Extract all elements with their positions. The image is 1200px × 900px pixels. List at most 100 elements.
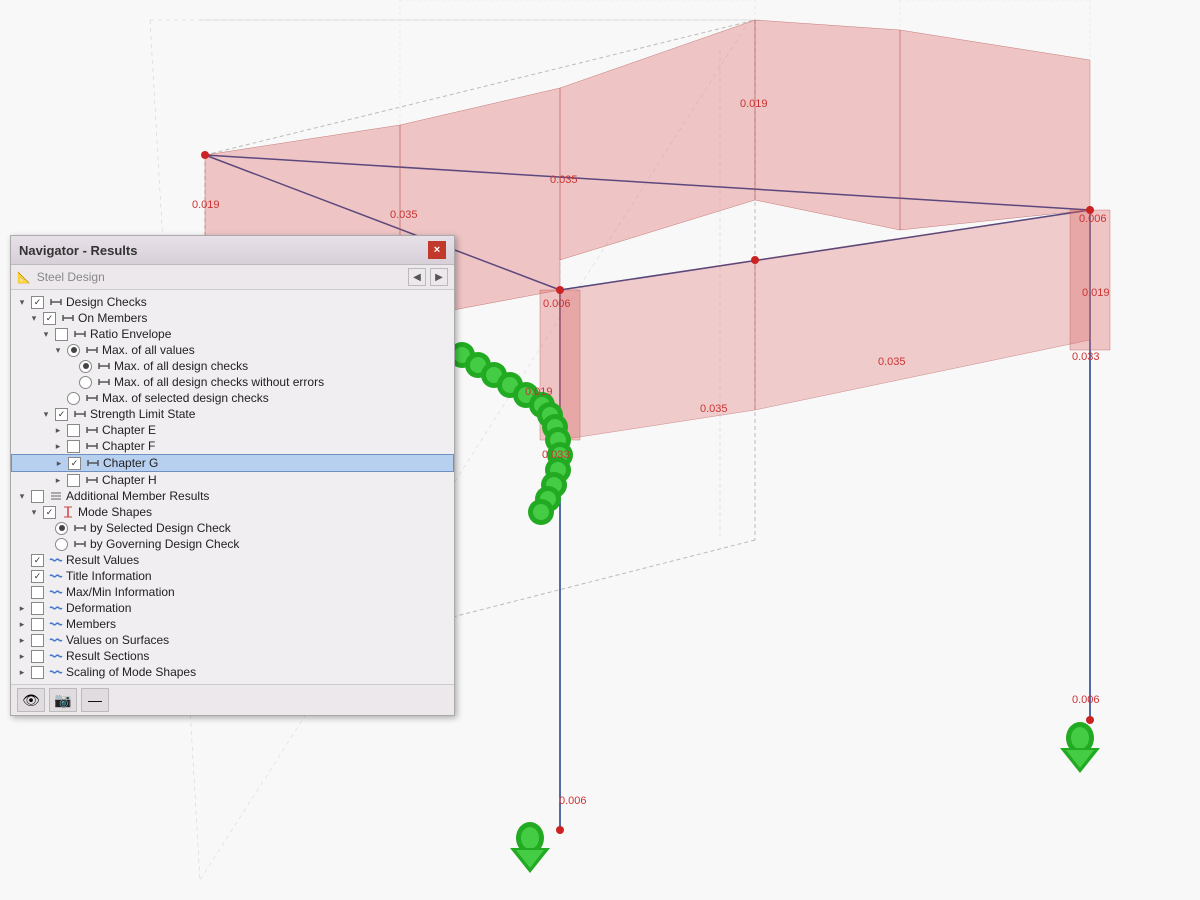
checkbox-chapter-g[interactable]: ✓ [68,457,81,470]
label-deformation: Deformation [66,601,131,615]
nav-next-button[interactable]: ▶ [430,268,448,286]
tree-item-strength-limit[interactable]: ▾✓ Strength Limit State [11,406,454,422]
checkbox-result-sections[interactable] [31,650,44,663]
tree-item-by-selected[interactable]: by Selected Design Check [11,520,454,536]
label-chapter-h: Chapter H [102,473,157,487]
dash-button[interactable]: — [81,688,109,712]
expander-scaling-mode[interactable]: ▸ [15,665,29,679]
radio-max-all-design-checks[interactable] [79,360,92,373]
svg-text:0.035: 0.035 [390,209,418,221]
toolbar-label: Steel Design [37,270,404,284]
radio-by-governing[interactable] [55,538,68,551]
expander-on-members[interactable]: ▾ [27,311,41,325]
label-design-checks: Design Checks [66,295,147,309]
label-result-sections: Result Sections [66,649,149,663]
label-values-on-surfaces: Values on Surfaces [66,633,169,647]
checkbox-deformation[interactable] [31,602,44,615]
expander-chapter-g[interactable]: ▸ [52,456,66,470]
tree-item-deformation[interactable]: ▸ Deformation [11,600,454,616]
label-result-values: Result Values [66,553,139,567]
tree-container[interactable]: ▾✓ Design Checks▾✓ On Members▾ Ratio Env… [11,290,454,684]
checkbox-strength-limit[interactable]: ✓ [55,408,68,421]
camera-button[interactable]: 📷 [49,688,77,712]
checkbox-values-on-surfaces[interactable] [31,634,44,647]
expander-chapter-f[interactable]: ▸ [51,439,65,453]
svg-text:0.006: 0.006 [543,298,571,310]
svg-text:0.033: 0.033 [1072,351,1100,363]
label-by-selected: by Selected Design Check [90,521,231,535]
checkbox-result-values[interactable]: ✓ [31,554,44,567]
expander-strength-limit[interactable]: ▾ [39,407,53,421]
tree-item-chapter-e[interactable]: ▸ Chapter E [11,422,454,438]
svg-text:0.019: 0.019 [740,98,768,110]
label-max-no-errors: Max. of all design checks without errors [114,375,324,389]
checkbox-scaling-mode[interactable] [31,666,44,679]
label-by-governing: by Governing Design Check [90,537,239,551]
tree-item-on-members[interactable]: ▾✓ On Members [11,310,454,326]
tree-item-mode-shapes[interactable]: ▾✓ Mode Shapes [11,504,454,520]
expander-values-on-surfaces[interactable]: ▸ [15,633,29,647]
svg-text:0.019: 0.019 [525,386,553,398]
tree-item-design-checks[interactable]: ▾✓ Design Checks [11,294,454,310]
expander-mode-shapes[interactable]: ▾ [27,505,41,519]
radio-by-selected[interactable] [55,522,68,535]
checkbox-design-checks[interactable]: ✓ [31,296,44,309]
svg-text:0.035: 0.035 [700,403,728,415]
tree-item-result-sections[interactable]: ▸ Result Sections [11,648,454,664]
nav-prev-button[interactable]: ◀ [408,268,426,286]
expander-ratio-envelope[interactable]: ▾ [39,327,53,341]
checkbox-chapter-e[interactable] [67,424,80,437]
expander-max-all-values[interactable]: ▾ [51,343,65,357]
expander-title-info [15,569,29,583]
svg-text:0.035: 0.035 [550,174,578,186]
label-max-selected: Max. of selected design checks [102,391,269,405]
checkbox-additional-member[interactable] [31,490,44,503]
expander-additional-member[interactable]: ▾ [15,489,29,503]
tree-item-max-all-design-checks[interactable]: Max. of all design checks [11,358,454,374]
tree-item-chapter-f[interactable]: ▸ Chapter F [11,438,454,454]
label-max-all-design-checks: Max. of all design checks [114,359,248,373]
tree-item-chapter-h[interactable]: ▸ Chapter H [11,472,454,488]
bottom-toolbar: 👁 📷 — [11,684,454,715]
tree-item-scaling-mode[interactable]: ▸ Scaling of Mode Shapes [11,664,454,680]
navigator-title: Navigator - Results [19,243,137,258]
tree-item-title-info[interactable]: ✓ Title Information [11,568,454,584]
expander-chapter-h[interactable]: ▸ [51,473,65,487]
navigator-titlebar: Navigator - Results × [11,236,454,265]
tree-item-by-governing[interactable]: by Governing Design Check [11,536,454,552]
radio-max-selected[interactable] [67,392,80,405]
label-mode-shapes: Mode Shapes [78,505,152,519]
svg-text:0.033: 0.033 [542,449,570,461]
tree-item-max-no-errors[interactable]: Max. of all design checks without errors [11,374,454,390]
checkbox-members[interactable] [31,618,44,631]
expander-design-checks[interactable]: ▾ [15,295,29,309]
tree-item-chapter-g[interactable]: ▸✓ Chapter G [11,454,454,472]
label-strength-limit: Strength Limit State [90,407,195,421]
expander-result-sections[interactable]: ▸ [15,649,29,663]
label-members: Members [66,617,116,631]
checkbox-on-members[interactable]: ✓ [43,312,56,325]
expander-by-selected [39,521,53,535]
checkbox-mode-shapes[interactable]: ✓ [43,506,56,519]
tree-item-members[interactable]: ▸ Members [11,616,454,632]
expander-members[interactable]: ▸ [15,617,29,631]
tree-item-values-on-surfaces[interactable]: ▸ Values on Surfaces [11,632,454,648]
tree-item-result-values[interactable]: ✓ Result Values [11,552,454,568]
tree-item-max-selected[interactable]: Max. of selected design checks [11,390,454,406]
tree-item-ratio-envelope[interactable]: ▾ Ratio Envelope [11,326,454,342]
label-chapter-e: Chapter E [102,423,156,437]
expander-chapter-e[interactable]: ▸ [51,423,65,437]
checkbox-maxmin-info[interactable] [31,586,44,599]
expander-deformation[interactable]: ▸ [15,601,29,615]
radio-max-all-values[interactable] [67,344,80,357]
checkbox-chapter-f[interactable] [67,440,80,453]
tree-item-additional-member[interactable]: ▾ Additional Member Results [11,488,454,504]
tree-item-maxmin-info[interactable]: Max/Min Information [11,584,454,600]
checkbox-chapter-h[interactable] [67,474,80,487]
radio-max-no-errors[interactable] [79,376,92,389]
eye-button[interactable]: 👁 [17,688,45,712]
checkbox-ratio-envelope[interactable] [55,328,68,341]
checkbox-title-info[interactable]: ✓ [31,570,44,583]
tree-item-max-all-values[interactable]: ▾ Max. of all values [11,342,454,358]
close-button[interactable]: × [428,241,446,259]
